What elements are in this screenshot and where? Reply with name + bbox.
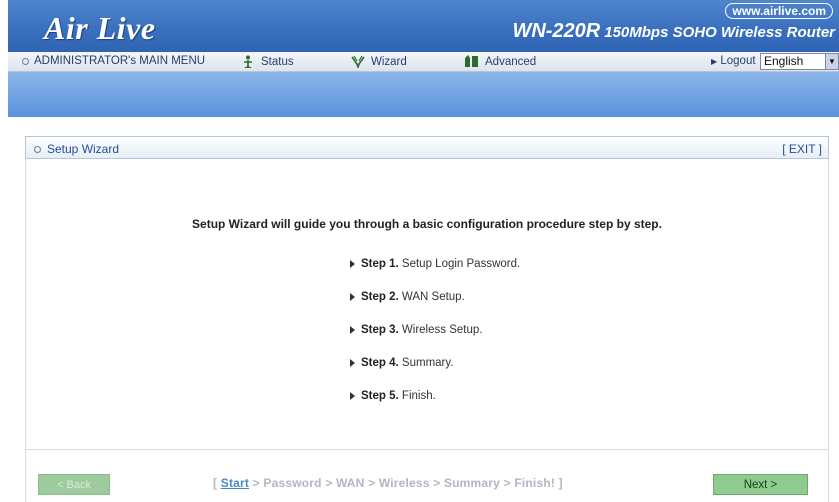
logout-label: Logout [720,55,756,67]
back-button[interactable]: < Back [38,474,110,495]
logout-link[interactable]: ▶ Logout [711,55,756,67]
panel-title-bar: Setup Wizard [ EXIT ] [25,136,829,159]
panel-title-label: Setup Wizard [47,142,120,156]
breadcrumb-current-start[interactable]: Start [221,476,249,490]
menu-item-main[interactable]: ADMINISTRATOR's MAIN MENU [22,55,205,67]
airlive-logo: Air Live [44,10,156,46]
triangle-bullet-icon [350,392,355,400]
step-text: Summary. [401,357,454,369]
wizard-icon [351,55,365,68]
list-item: Step 4. Summary. [350,357,520,390]
next-button[interactable]: Next > [713,474,808,495]
language-value: English [764,54,804,68]
step-label: Step 3. [361,324,399,336]
menu-item-wizard[interactable]: Wizard [350,55,407,68]
menu-advanced-label: Advanced [485,55,537,68]
bullet-icon [22,57,29,65]
step-text: Wireless Setup. [401,324,483,336]
chevron-down-icon: ▼ [825,54,838,69]
header-banner: Air Live www.airlive.com WN-220R 150Mbps … [8,0,839,52]
main-menu-bar: ADMINISTRATOR's MAIN MENU Status Wizard … [8,52,839,72]
model-tagline: 150Mbps SOHO Wireless Router [604,24,835,41]
model-title: WN-220R 150Mbps SOHO Wireless Router [512,20,835,43]
list-item: Step 2. WAN Setup. [350,291,520,324]
router-admin-page: Air Live www.airlive.com WN-220R 150Mbps … [8,0,839,502]
status-icon [244,55,252,68]
triangle-bullet-icon [350,293,355,301]
model-name: WN-220R [512,20,601,42]
caret-right-icon: ▶ [711,57,718,66]
step-text: WAN Setup. [401,291,465,303]
language-select[interactable]: English ▼ [760,53,839,70]
exit-link[interactable]: [ EXIT ] [782,142,822,156]
step-label: Step 1. [361,258,399,270]
triangle-bullet-icon [350,359,355,367]
wizard-breadcrumb: [ Start > Password > WAN > Wireless > Su… [213,476,563,490]
panel-title: Setup Wizard [34,142,119,156]
advanced-icon [465,55,478,67]
list-item: Step 1. Setup Login Password. [350,258,520,291]
menu-main-label: ADMINISTRATOR's MAIN MENU [34,55,206,67]
triangle-bullet-icon [350,260,355,268]
bullet-icon [34,145,41,153]
menu-wizard-label: Wizard [371,55,407,68]
website-link[interactable]: www.airlive.com [725,3,833,19]
triangle-bullet-icon [350,326,355,334]
step-text: Setup Login Password. [401,258,521,270]
menu-status-label: Status [261,55,294,68]
list-item: Step 5. Finish. [350,390,520,423]
breadcrumb-rest: > Password > WAN > Wireless > Summary > … [252,476,563,490]
panel-body: Setup Wizard will guide you through a ba… [25,159,829,449]
steps-list: Step 1. Setup Login Password. Step 2. WA… [350,258,520,423]
step-label: Step 5. [361,390,399,402]
step-label: Step 4. [361,357,399,369]
step-label: Step 2. [361,291,399,303]
breadcrumb-open: [ [213,476,218,490]
list-item: Step 3. Wireless Setup. [350,324,520,357]
wizard-footer: < Back [ Start > Password > WAN > Wirele… [25,449,829,502]
header-band [8,72,839,117]
step-text: Finish. [401,390,436,402]
intro-text: Setup Wizard will guide you through a ba… [192,217,662,231]
menu-item-status[interactable]: Status [240,55,294,68]
menu-item-advanced[interactable]: Advanced [464,55,536,68]
